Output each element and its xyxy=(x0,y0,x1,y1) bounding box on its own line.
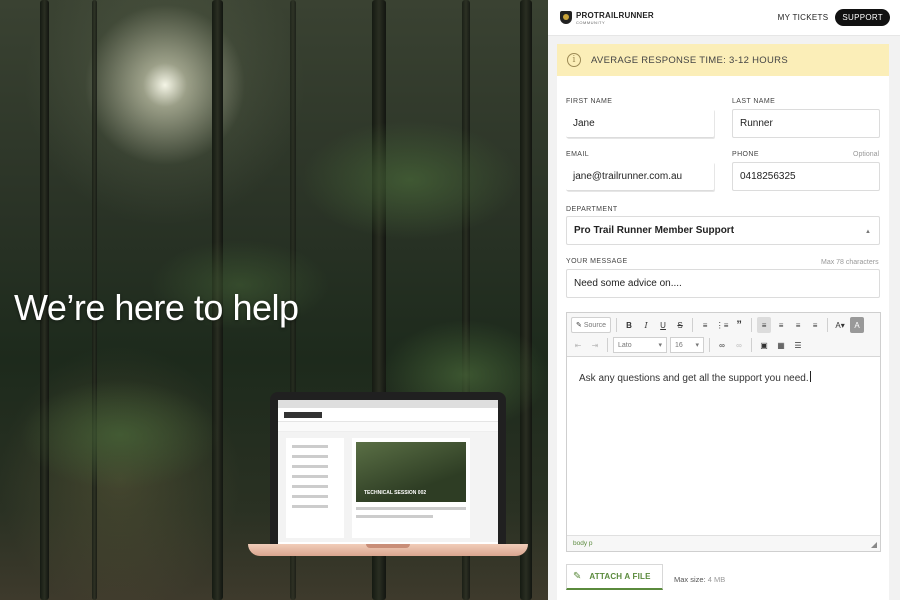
brand-sub: COMMUNITY xyxy=(576,19,606,25)
shield-logo-icon xyxy=(560,11,572,24)
numbered-list-icon[interactable]: ≡ xyxy=(698,317,712,333)
video-thumbnail: TECHNICAL SESSION 002 xyxy=(356,442,466,502)
bold-button[interactable]: B xyxy=(622,317,636,333)
site-sidebar xyxy=(286,438,344,538)
site-logo xyxy=(284,411,322,418)
underline-button[interactable]: U xyxy=(656,317,670,333)
align-center-icon[interactable]: ≡ xyxy=(774,317,788,333)
max-size-label: Max size: xyxy=(674,575,706,584)
site-menu xyxy=(278,422,498,432)
max-size-value: 4 MB xyxy=(707,575,726,584)
foliage xyxy=(20,380,220,490)
hero-background: We’re here to help TECHNICAL SESSION 002 xyxy=(0,0,548,600)
department-label: DEPARTMENT xyxy=(566,206,618,213)
message-subject-field[interactable]: Need some advice on.... xyxy=(566,269,880,298)
attach-file-label: ATTACH A FILE xyxy=(589,572,651,581)
editor-statusbar: body p xyxy=(567,535,880,551)
notice-text: AVERAGE RESPONSE TIME: 3-12 HOURS xyxy=(591,54,788,66)
element-path[interactable]: body p xyxy=(573,540,593,547)
max-size-note: Max size: 4 MB xyxy=(674,575,725,584)
site-nav xyxy=(278,408,498,422)
resize-handle-icon[interactable] xyxy=(871,542,877,548)
indent-decrease-icon[interactable]: ⇤ xyxy=(571,337,585,353)
source-button[interactable]: ✎ Source xyxy=(571,317,612,333)
font-size-select[interactable]: 16 ▾ xyxy=(670,337,704,353)
paperclip-icon: ✎ xyxy=(573,571,582,582)
brand-logo[interactable]: PROTRAILRUNNER COMMUNITY xyxy=(560,11,654,25)
top-nav: MY TICKETS SUPPORT xyxy=(778,9,890,26)
department-select[interactable]: Pro Trail Runner Member Support ▲ xyxy=(566,216,880,245)
email-field[interactable]: jane@trailrunner.com.au xyxy=(566,162,714,191)
align-left-icon[interactable]: ≡ xyxy=(757,317,772,333)
phone-field[interactable]: 0418256325 xyxy=(732,162,880,191)
blockquote-icon[interactable]: ” xyxy=(732,317,746,333)
last-name-field[interactable]: Runner xyxy=(732,109,880,138)
link-icon[interactable]: ∞ xyxy=(715,337,729,353)
bulleted-list-icon[interactable]: ⋮≡ xyxy=(715,317,729,333)
first-name-label: FIRST NAME xyxy=(566,98,613,105)
email-label: EMAIL xyxy=(566,151,590,158)
support-button[interactable]: SUPPORT xyxy=(835,9,890,26)
text-cursor xyxy=(809,371,811,382)
font-family-select[interactable]: Lato ▾ xyxy=(613,337,667,353)
foliage xyxy=(300,120,520,240)
source-icon: ✎ xyxy=(576,322,582,329)
editor-toolbar: ✎ Source B I U S ≡ ⋮≡ ” ≡ ≡ ≡ ≡ A▾ A ⇤ ⇥… xyxy=(567,313,880,357)
laptop-screen: TECHNICAL SESSION 002 xyxy=(278,400,498,544)
department-value: Pro Trail Runner Member Support xyxy=(574,225,735,236)
laptop-mockup: TECHNICAL SESSION 002 xyxy=(248,392,528,572)
support-panel: PROTRAILRUNNER COMMUNITY MY TICKETS SUPP… xyxy=(548,0,900,600)
dropdown-caret-icon: ▲ xyxy=(865,229,871,235)
attach-file-button[interactable]: ✎ ATTACH A FILE xyxy=(566,564,663,590)
indent-increase-icon[interactable]: ⇥ xyxy=(588,337,602,353)
horizontal-rule-icon[interactable]: ☰ xyxy=(791,337,805,353)
italic-button[interactable]: I xyxy=(639,317,653,333)
image-icon[interactable]: ▣ xyxy=(757,337,771,353)
brand-name: PROTRAILRUNNER xyxy=(576,10,654,20)
info-icon: i xyxy=(567,53,581,67)
site-body: TECHNICAL SESSION 002 xyxy=(278,432,498,542)
background-color-icon[interactable]: A xyxy=(850,317,865,333)
chevron-down-icon: ▾ xyxy=(695,342,699,349)
phone-optional-hint: Optional xyxy=(853,151,880,158)
response-time-notice: i AVERAGE RESPONSE TIME: 3-12 HOURS xyxy=(557,44,889,76)
video-caption: TECHNICAL SESSION 002 xyxy=(364,490,427,496)
unlink-icon[interactable]: ∞ xyxy=(732,337,746,353)
last-name-label: LAST NAME xyxy=(732,98,776,105)
site-video-card: TECHNICAL SESSION 002 xyxy=(352,438,470,538)
align-justify-icon[interactable]: ≡ xyxy=(808,317,822,333)
my-tickets-link[interactable]: MY TICKETS xyxy=(778,13,829,22)
chevron-down-icon: ▾ xyxy=(658,342,662,349)
ticket-form: i AVERAGE RESPONSE TIME: 3-12 HOURS FIRS… xyxy=(557,44,889,600)
table-icon[interactable]: ▦ xyxy=(774,337,788,353)
browser-bar xyxy=(278,400,498,408)
strikethrough-button[interactable]: S xyxy=(673,317,687,333)
laptop-notch xyxy=(366,544,410,548)
first-name-field[interactable]: Jane xyxy=(566,109,714,138)
text-color-icon[interactable]: A▾ xyxy=(833,317,847,333)
top-bar: PROTRAILRUNNER COMMUNITY MY TICKETS SUPP… xyxy=(548,0,900,36)
hero-title: We’re here to help xyxy=(14,287,299,328)
rich-text-editor: ✎ Source B I U S ≡ ⋮≡ ” ≡ ≡ ≡ ≡ A▾ A ⇤ ⇥… xyxy=(566,312,881,552)
laptop-lid: TECHNICAL SESSION 002 xyxy=(270,392,506,544)
message-label: YOUR MESSAGE xyxy=(566,258,628,265)
phone-label: PHONE xyxy=(732,151,759,158)
align-right-icon[interactable]: ≡ xyxy=(791,317,805,333)
editor-content[interactable]: Ask any questions and get all the suppor… xyxy=(579,371,811,384)
message-max-hint: Max 78 characters xyxy=(821,259,879,266)
